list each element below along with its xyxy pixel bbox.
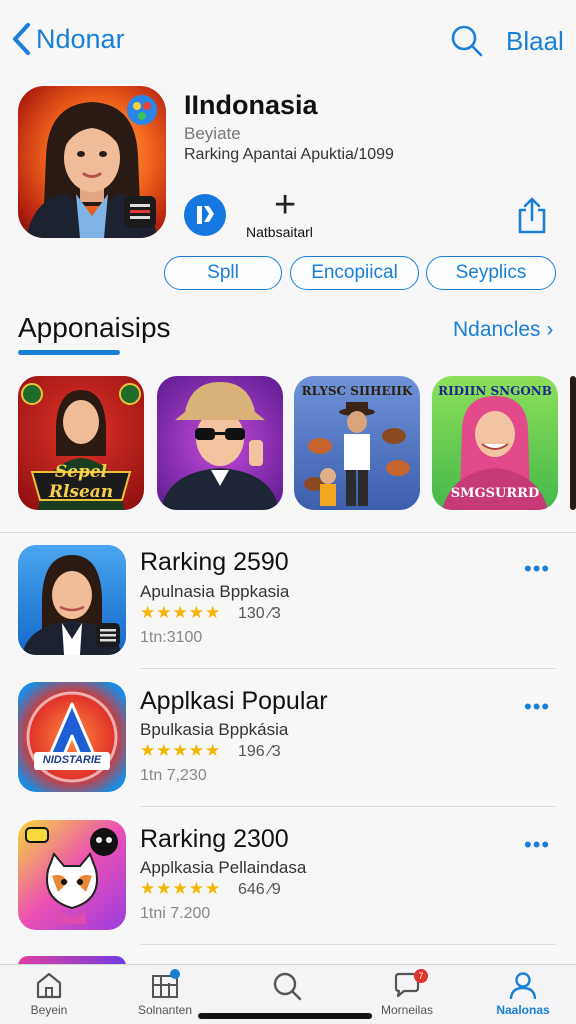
featured-caption-1: Sepel Rlsean xyxy=(48,462,114,502)
list-item-meta-1: 1tn:3100 xyxy=(140,629,203,646)
featured-caption-3: RLYSC SIIHEIIK xyxy=(301,384,413,398)
tab-search[interactable] xyxy=(232,971,342,1005)
rating-value-2: 196 ⁄3 xyxy=(238,743,281,760)
tab-chat[interactable]: 7 Morneilas xyxy=(352,969,462,1017)
list-item-icon-caption-2: NIDSTARIE xyxy=(42,754,102,766)
home-icon xyxy=(36,972,62,999)
rating-stars-3: ★★★★★ xyxy=(140,879,222,898)
back-label: Ndonar xyxy=(36,23,125,54)
home-indicator xyxy=(198,1013,372,1019)
section-see-all-link[interactable]: Ndancles › xyxy=(453,318,553,342)
more-options-button-3[interactable]: ••• xyxy=(524,832,550,858)
search-icon[interactable] xyxy=(450,24,484,58)
section-divider xyxy=(0,532,576,533)
list-item-subtitle-1: Apulnasia Bppkasia xyxy=(140,582,290,601)
list-item-title-2[interactable]: Applkasi Popular xyxy=(140,687,328,716)
get-button[interactable] xyxy=(184,194,226,236)
pill-button-2[interactable]: Encopiical xyxy=(290,256,419,290)
list-item-icon-2[interactable]: NIDSTARIE xyxy=(18,682,126,792)
back-button[interactable]: Ndonar xyxy=(10,22,125,56)
download-icon xyxy=(197,206,214,224)
app-ranking: Rarking Apantai Apuktia/1099 xyxy=(184,146,394,163)
list-item-title-1[interactable]: Rarking 2590 xyxy=(140,548,289,577)
person-icon xyxy=(509,972,537,999)
featured-caption-4: RIDIIN SNGONB xyxy=(438,384,552,398)
tab-apps[interactable]: Solnanten xyxy=(110,969,220,1017)
share-icon[interactable] xyxy=(512,196,552,236)
tab-profile[interactable]: Naalonas xyxy=(468,971,576,1017)
tab-apps-badge xyxy=(170,969,180,979)
add-label: Natbsaitarl xyxy=(246,224,313,240)
featured-card-3[interactable]: RLYSC SIIHEIIK xyxy=(294,376,420,510)
list-item-icon-1[interactable] xyxy=(18,545,126,655)
featured-card-1[interactable]: Sepel Rlsean xyxy=(18,376,144,510)
section-underline xyxy=(18,350,120,355)
tab-chat-badge: 7 xyxy=(414,969,428,983)
more-options-button-2[interactable]: ••• xyxy=(524,694,550,720)
navigation-bar: Ndonar Blaal xyxy=(0,0,576,84)
add-icon[interactable]: + xyxy=(274,186,296,224)
logo-illustration xyxy=(26,691,118,783)
app-title: IIndonasia xyxy=(184,90,318,120)
featured-art-2 xyxy=(161,382,279,510)
app-hero-icon xyxy=(18,86,166,238)
rating-value-1: 130 ⁄3 xyxy=(238,605,281,622)
app-subtitle: Beyiate xyxy=(184,124,241,143)
list-item-subtitle-2: Bpulkasia Bppkásia xyxy=(140,720,289,739)
search-icon xyxy=(273,972,302,1001)
tab-home[interactable]: Beyein xyxy=(0,971,104,1017)
tab-profile-label: Naalonas xyxy=(496,1003,550,1017)
row-divider xyxy=(140,668,556,669)
list-item-title-3[interactable]: Rarking 2300 xyxy=(140,825,289,854)
rating-stars-1: ★★★★★ xyxy=(140,603,222,622)
pill-button-1[interactable]: Spll xyxy=(164,256,282,290)
featured-caption-4b: SMGSURRD xyxy=(450,486,540,501)
section-link-label: Ndancles xyxy=(453,318,541,341)
chevron-right-icon: › xyxy=(546,318,554,341)
featured-card-5-partial[interactable] xyxy=(570,376,576,510)
tab-home-label: Beyein xyxy=(30,1003,68,1017)
rating-stars-2: ★★★★★ xyxy=(140,741,222,760)
row-divider xyxy=(140,806,556,807)
section-title: Apponaisips xyxy=(18,312,171,343)
list-item-icon-3[interactable] xyxy=(18,820,126,930)
featured-card-4[interactable]: RIDIIN SNGONB SMGSURRD xyxy=(432,376,558,510)
row-divider xyxy=(140,944,556,945)
portrait-illustration xyxy=(26,95,158,238)
cartoon-illustration xyxy=(25,827,118,924)
featured-card-2[interactable] xyxy=(157,376,283,510)
chevron-left-icon xyxy=(13,23,30,55)
pill-button-3[interactable]: Seyplics xyxy=(426,256,556,290)
list-item-subtitle-3: Applkasia Pellaindasa xyxy=(140,858,307,877)
nav-right-button[interactable]: Blaal xyxy=(506,26,564,57)
portrait-illustration xyxy=(22,555,122,655)
list-item-meta-3: 1tni 7.200 xyxy=(140,905,211,922)
list-item-meta-2: 1tn 7,230 xyxy=(140,767,207,784)
rating-value-3: 646 ⁄9 xyxy=(238,881,281,898)
more-options-button-1[interactable]: ••• xyxy=(524,556,550,582)
